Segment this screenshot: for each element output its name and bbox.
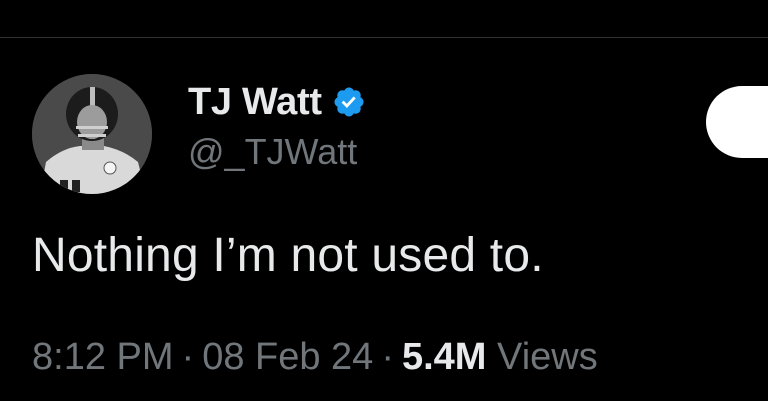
top-divider xyxy=(0,37,768,38)
meta-separator: · xyxy=(381,336,394,378)
views-count[interactable]: 5.4M xyxy=(402,336,486,378)
author-block: TJ Watt @_TJWatt xyxy=(188,80,366,174)
tweet-date[interactable]: 08 Feb 24 xyxy=(202,336,373,378)
user-handle[interactable]: @_TJWatt xyxy=(188,130,366,174)
tweet-meta: 8:12 PM · 08 Feb 24 · 5.4M Views xyxy=(32,334,598,380)
avatar[interactable] xyxy=(32,74,152,194)
verified-badge-icon[interactable] xyxy=(332,85,366,119)
views-label[interactable]: Views xyxy=(497,336,598,378)
name-row: TJ Watt xyxy=(188,80,366,124)
tweet-time[interactable]: 8:12 PM xyxy=(32,336,174,378)
meta-separator: · xyxy=(181,336,195,378)
display-name[interactable]: TJ Watt xyxy=(188,80,322,124)
tweet-text: Nothing I’m not used to. xyxy=(32,229,544,282)
avatar-image xyxy=(32,74,152,194)
follow-button[interactable] xyxy=(706,86,768,158)
